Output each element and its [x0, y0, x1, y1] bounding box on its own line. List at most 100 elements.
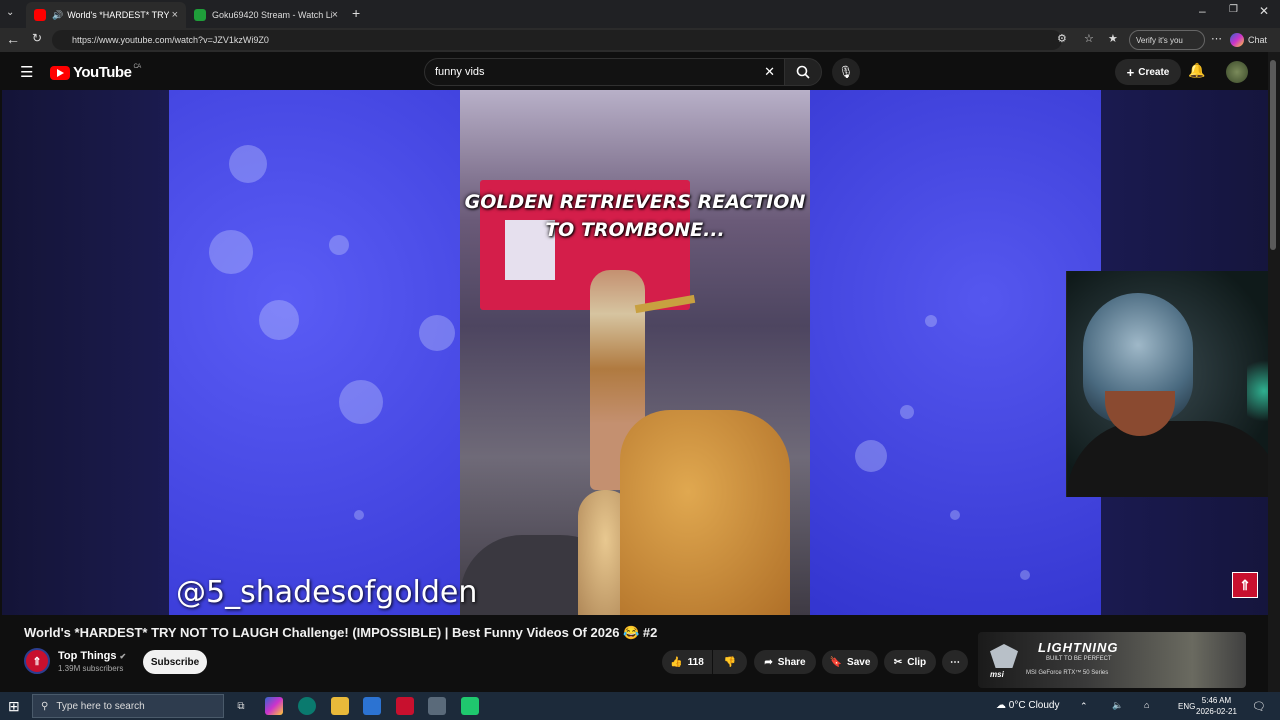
browser-tab-strip: ⌄ 🔊 World's *HARDEST* TRY NOT TO LAUGH ×… [0, 0, 1280, 28]
clock-date: 2026-02-21 [1196, 707, 1237, 716]
url-text: https://www.youtube.com/watch?v=JZV1kzWi… [72, 35, 269, 45]
verify-label: Verify it's you [1136, 35, 1183, 45]
share-button[interactable]: ➦ Share [754, 650, 816, 674]
voice-search-button[interactable]: 🎙 [832, 58, 860, 86]
subscribe-button[interactable]: Subscribe [143, 650, 207, 674]
url-bar[interactable]: https://www.youtube.com/watch?v=JZV1kzWi… [52, 30, 1062, 50]
collections-icon[interactable]: ★ [1108, 32, 1118, 45]
tab-title: Goku69420 Stream - Watch Live o [212, 10, 332, 20]
tab-stream[interactable]: Goku69420 Stream - Watch Live o × [186, 2, 346, 28]
youtube-play-icon [50, 65, 70, 80]
close-tab-icon[interactable]: × [332, 9, 338, 21]
channel-avatar[interactable]: ⇑ [24, 648, 50, 674]
msi-shield-icon [990, 644, 1018, 668]
back-icon[interactable]: ← [6, 31, 20, 47]
share-label: Share [777, 656, 806, 668]
blurred-background-right [810, 90, 1101, 615]
create-label: Create [1138, 66, 1170, 78]
menu-icon[interactable]: ☰ [20, 63, 33, 81]
create-button[interactable]: + Create [1115, 59, 1181, 85]
verify-button[interactable]: Verify it's you [1129, 30, 1205, 50]
refresh-icon[interactable]: ↻ [32, 31, 42, 45]
ad-logo-text: msi [990, 670, 1004, 679]
language-indicator[interactable]: ENG [1178, 702, 1195, 711]
video-title: World's *HARDEST* TRY NOT TO LAUGH Chall… [24, 625, 658, 640]
video-caption: GOLDEN RETRIEVERS REACTION TO TROMBONE..… [460, 188, 810, 244]
youtube-favicon-icon [34, 9, 46, 21]
clip-label: Clip [907, 656, 927, 668]
app-icon[interactable] [396, 697, 414, 715]
thumbs-down-icon: 👎 [723, 656, 737, 668]
microphone-icon: 🎙 [838, 65, 854, 79]
copilot-taskbar-icon[interactable] [265, 697, 283, 715]
like-count: 118 [687, 656, 704, 668]
outlook-icon[interactable] [363, 697, 381, 715]
new-tab-icon[interactable]: + [352, 5, 360, 21]
dislike-button[interactable]: 👎 [713, 650, 747, 674]
tray-chevron-icon[interactable]: ⌃ [1080, 701, 1088, 712]
tab-youtube[interactable]: 🔊 World's *HARDEST* TRY NOT TO LAUGH × [26, 2, 186, 28]
search-button[interactable] [784, 58, 822, 86]
ad-product: MSI GeForce RTX™ 50 Series [1026, 670, 1109, 676]
golden-retriever [620, 410, 790, 615]
search-icon [796, 65, 810, 79]
search-value: funny vids [435, 66, 485, 78]
scissors-icon: ✂ [893, 656, 903, 668]
network-icon[interactable]: ⌂ [1144, 700, 1149, 710]
more-options-icon[interactable]: ⋯ [1211, 32, 1222, 45]
channel-name-text: Top Things [58, 650, 117, 662]
address-bar-row: ← ↻ https://www.youtube.com/watch?v=JZV1… [0, 28, 1280, 52]
close-tab-icon[interactable]: × [172, 9, 178, 21]
caption-line-1: GOLDEN RETRIEVERS REACTION [464, 191, 806, 213]
chat-label: Chat [1248, 35, 1268, 45]
close-window-icon[interactable]: ✕ [1259, 4, 1269, 18]
speaker-icon: 🔊 [52, 9, 64, 20]
restore-icon[interactable]: ❐ [1229, 4, 1238, 15]
plus-icon: + [1126, 64, 1135, 80]
copilot-chat-button[interactable]: Chat [1230, 30, 1267, 50]
volume-icon[interactable]: 🔈 [1112, 700, 1123, 711]
region-label: CA [133, 64, 141, 70]
thumbs-up-icon: 👍 [670, 656, 683, 668]
channel-name[interactable]: Top Things ✔ [58, 650, 126, 662]
save-label: Save [847, 656, 871, 668]
taskbar-clock[interactable]: 5:46 AM 2026-02-21 [1196, 695, 1237, 717]
verified-icon: ✔ [119, 652, 127, 661]
blurred-background-left [169, 90, 461, 615]
logo-text: YouTube [73, 64, 132, 81]
file-explorer-icon[interactable] [331, 697, 349, 715]
windows-start-icon[interactable]: ⊞ [8, 698, 20, 715]
edge-icon[interactable] [298, 697, 316, 715]
minimize-icon[interactable]: – [1199, 4, 1206, 18]
clear-search-icon[interactable]: ✕ [764, 64, 775, 80]
video-watermark: @5_shadesofgolden [176, 575, 478, 610]
more-actions-button[interactable]: ⋯ [942, 650, 968, 674]
clock-time: 5:46 AM [1201, 696, 1232, 705]
app3-icon[interactable] [461, 697, 479, 715]
search-input[interactable]: funny vids ✕ [424, 58, 786, 86]
notification-center-icon[interactable]: 🗨 [1252, 700, 1266, 713]
tab-list-icon[interactable]: ⌄ [6, 7, 14, 18]
clip-button[interactable]: ✂ Clip [884, 650, 936, 674]
caption-line-2: TO TROMBONE... [545, 219, 725, 241]
favorites-icon[interactable]: ☆ [1084, 32, 1094, 45]
share-icon: ➦ [764, 656, 773, 668]
save-button[interactable]: 🔖 Save [822, 650, 878, 674]
bookmark-icon: 🔖 [829, 656, 843, 668]
task-view-icon[interactable]: ⧉ [232, 697, 250, 715]
extensions-icon[interactable]: ⚙ [1057, 32, 1067, 45]
account-avatar[interactable] [1226, 61, 1248, 83]
taskbar-search-input[interactable]: ⚲ Type here to search [32, 694, 224, 718]
like-button[interactable]: 👍 118 [662, 650, 712, 674]
sidebar-ad-banner[interactable]: LIGHTNING BUILT TO BE PERFECT msi MSI Ge… [978, 632, 1246, 688]
notifications-bell-icon[interactable]: 🔔 [1188, 62, 1205, 79]
app2-icon[interactable] [428, 697, 446, 715]
more-icon: ⋯ [950, 656, 960, 668]
tab-title: World's *HARDEST* TRY NOT TO LAUGH [67, 10, 170, 20]
channel-watermark-icon[interactable]: ⇑ [1232, 572, 1258, 598]
ad-tagline: BUILT TO BE PERFECT [1046, 656, 1112, 662]
scrollbar-thumb[interactable] [1270, 60, 1276, 250]
weather-widget[interactable]: ☁ 0°C Cloudy [996, 700, 1059, 711]
cloud-icon: ☁ [996, 700, 1006, 711]
youtube-logo[interactable]: YouTube CA [50, 64, 141, 81]
